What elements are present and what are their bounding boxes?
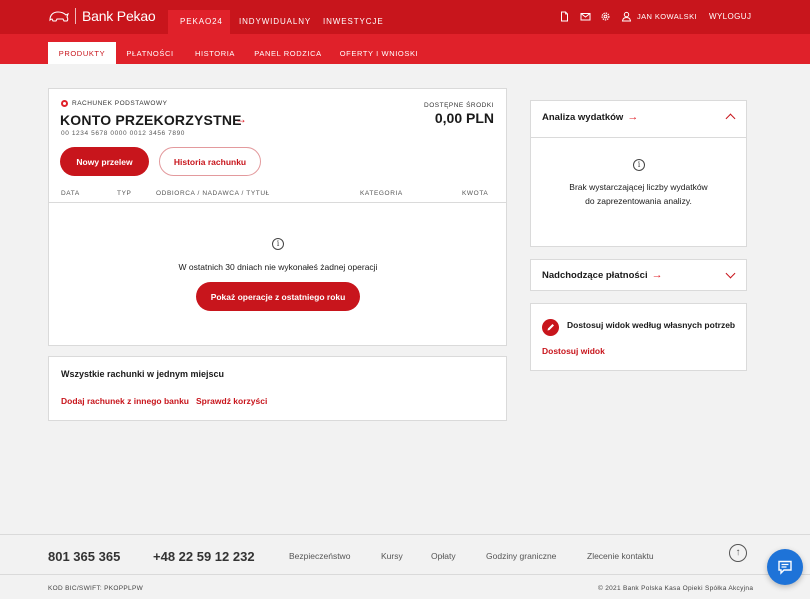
upcoming-payments-card[interactable]: Nadchodzące płatności → xyxy=(530,259,747,291)
scroll-to-top-icon[interactable]: ↑ xyxy=(729,544,747,562)
column-header-recipient: ODBIORCA / NADAWCA / TYTUŁ xyxy=(156,190,270,197)
chat-bubble-icon xyxy=(778,560,792,575)
expenses-info-icon: i xyxy=(633,159,645,171)
footer-link-security[interactable]: Bezpieczeństwo xyxy=(289,551,350,561)
upcoming-payments-title[interactable]: Nadchodzące płatności → xyxy=(542,269,663,281)
available-funds-label: DOSTĘPNE ŚRODKI xyxy=(424,102,494,109)
column-header-date: DATA xyxy=(61,190,80,197)
document-icon[interactable] xyxy=(559,11,570,22)
tab-inwestycje[interactable]: INWESTYCJE xyxy=(314,10,384,34)
subtab-oferty-wnioski[interactable]: OFERTY I WNIOSKI xyxy=(337,42,421,64)
chat-button[interactable] xyxy=(767,549,803,585)
account-history-button[interactable]: Historia rachunku xyxy=(159,147,261,176)
primary-account-icon xyxy=(61,100,68,107)
footer-link-contact-request[interactable]: Zlecenie kontaktu xyxy=(587,551,654,561)
add-external-account-link[interactable]: Dodaj rachunek z innego banku xyxy=(61,396,189,406)
account-card: RACHUNEK PODSTAWOWY KONTO PRZEKORZYSTNE … xyxy=(48,88,507,346)
info-icon: i xyxy=(272,238,284,250)
account-number: 00 1234 5678 0000 0012 3456 7890 xyxy=(61,130,186,137)
footer: 801 365 365 +48 22 59 12 232 Bezpieczeńs… xyxy=(0,534,810,599)
upcoming-arrow-icon: → xyxy=(651,269,663,281)
edit-pencil-icon xyxy=(542,319,559,336)
logout-link[interactable]: WYLOGUJ xyxy=(709,12,751,21)
chevron-down-icon[interactable] xyxy=(725,268,736,279)
bison-logo-icon xyxy=(49,11,69,22)
expenses-divider xyxy=(531,137,746,138)
account-type-text: RACHUNEK PODSTAWOWY xyxy=(72,100,168,107)
expenses-arrow-icon: → xyxy=(627,111,639,123)
expenses-analysis-title-text: Analiza wydatków xyxy=(542,112,624,123)
expenses-analysis-card: Analiza wydatków → i Brak wystarczającej … xyxy=(530,100,747,247)
all-accounts-card: Wszystkie rachunki w jednym miejscu Doda… xyxy=(48,356,507,421)
tab-pekao24[interactable]: PEKAO24 xyxy=(168,10,230,34)
user-name[interactable]: JAN KOWALSKI xyxy=(637,12,697,21)
check-benefits-link[interactable]: Sprawdź korzyści xyxy=(196,396,267,406)
customize-view-link[interactable]: Dostosuj widok xyxy=(542,346,605,356)
settings-gear-icon[interactable] xyxy=(600,11,611,22)
footer-link-rates[interactable]: Kursy xyxy=(381,551,403,561)
expenses-message-line2: do zaprezentowania analizy. xyxy=(585,196,692,206)
sub-navigation: PRODUKTY PŁATNOŚCI HISTORIA PANEL RODZIC… xyxy=(0,34,810,65)
footer-link-fees[interactable]: Opłaty xyxy=(431,551,456,561)
account-arrow-icon[interactable]: → xyxy=(235,112,247,126)
footer-link-cutoff-times[interactable]: Godziny graniczne xyxy=(486,551,556,561)
subtab-panel-rodzica[interactable]: PANEL RODZICA xyxy=(252,42,324,64)
logo-divider xyxy=(75,8,76,24)
customize-view-title: Dostosuj widok według własnych potrzeb xyxy=(567,320,736,330)
top-bar: Bank Pekao PEKAO24 INDYWIDUALNY INWESTYC… xyxy=(0,0,810,34)
account-name[interactable]: KONTO PRZEKORZYSTNE xyxy=(60,112,242,128)
customize-view-card: Dostosuj widok według własnych potrzeb D… xyxy=(530,303,747,371)
expenses-message-line1: Brak wystarczającej liczby wydatków xyxy=(569,182,708,192)
copyright-text: © 2021 Bank Polska Kasa Opieki Spółka Ak… xyxy=(598,585,754,592)
bank-logo[interactable]: Bank Pekao xyxy=(48,8,156,24)
account-type-label: RACHUNEK PODSTAWOWY xyxy=(61,100,167,107)
subtab-produkty[interactable]: PRODUKTY xyxy=(48,42,116,65)
phone-number-primary[interactable]: 801 365 365 xyxy=(48,549,120,564)
tab-indywidualny[interactable]: INDYWIDUALNY xyxy=(230,10,314,34)
upcoming-payments-title-text: Nadchodzące płatności xyxy=(542,270,648,281)
bic-swift-code: KOD BIC/SWIFT: PKOPPLPW xyxy=(48,585,144,592)
brand-name: Bank Pekao xyxy=(82,8,156,24)
all-accounts-title: Wszystkie rachunki w jednym miejscu xyxy=(61,369,225,379)
subtab-historia[interactable]: HISTORIA xyxy=(188,42,242,64)
chevron-up-icon[interactable] xyxy=(725,113,736,124)
column-header-amount: KWOTA xyxy=(462,190,489,197)
phone-number-international[interactable]: +48 22 59 12 232 xyxy=(153,549,255,564)
new-transfer-button[interactable]: Nowy przelew xyxy=(60,147,149,176)
mail-icon[interactable] xyxy=(580,11,591,22)
column-header-type: TYP xyxy=(117,190,132,197)
no-operations-message: W ostatnich 30 dniach nie wykonałeś żadn… xyxy=(178,262,378,272)
user-icon[interactable] xyxy=(621,11,632,22)
column-header-category: KATEGORIA xyxy=(360,190,403,197)
expenses-analysis-title[interactable]: Analiza wydatków → xyxy=(542,111,638,123)
subtab-platnosci[interactable]: PŁATNOŚCI xyxy=(122,42,178,64)
footer-divider xyxy=(0,574,810,575)
available-funds-value: 0,00 PLN xyxy=(434,110,494,126)
table-header-divider xyxy=(49,202,507,203)
show-last-year-button[interactable]: Pokaż operacje z ostatniego roku xyxy=(196,282,360,311)
